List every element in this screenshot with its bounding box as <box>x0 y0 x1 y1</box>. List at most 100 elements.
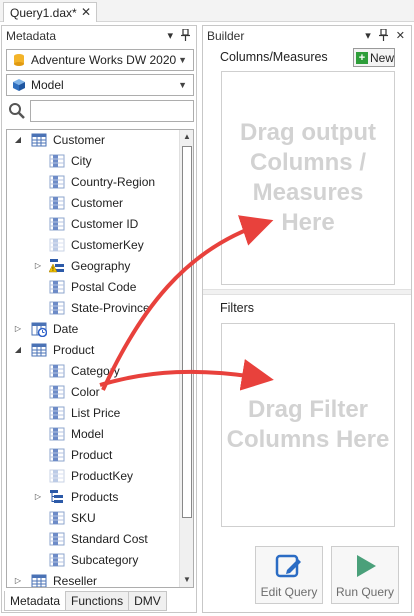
expand-icon[interactable]: ▷ <box>13 576 23 585</box>
collapse-icon[interactable]: ◢ <box>13 345 23 354</box>
perspective-value: Model <box>31 78 64 92</box>
collapse-icon[interactable]: ◢ <box>13 135 23 144</box>
tree-item[interactable]: ◢ Product <box>7 340 179 361</box>
column-icon <box>49 510 65 526</box>
scroll-up-icon[interactable]: ▲ <box>180 130 193 144</box>
tree-item[interactable]: SKU <box>7 508 179 529</box>
tree-item[interactable]: List Price <box>7 403 179 424</box>
filters-drop-zone[interactable]: Drag Filter Columns Here <box>221 323 395 527</box>
tree-scrollbar[interactable]: ▲ ▼ <box>179 130 193 587</box>
pin-icon[interactable] <box>378 28 388 45</box>
tree-item[interactable]: Country-Region <box>7 172 179 193</box>
tree-item-label: Customer ID <box>71 217 139 231</box>
tree-item[interactable]: Customer <box>7 193 179 214</box>
tree-item[interactable]: City <box>7 151 179 172</box>
hidden-column-icon <box>49 237 65 253</box>
metadata-tree-rows: ◢ Customer City Country-Region Customer Custo… <box>7 130 179 588</box>
builder-pane: Builder ▾ ✕ Columns/Measures + New Drag … <box>202 25 412 613</box>
chevron-down-icon: ▼ <box>178 55 187 65</box>
tree-item[interactable]: Category <box>7 361 179 382</box>
column-icon <box>49 195 65 211</box>
tree-item[interactable]: ▷! Geography <box>7 256 179 277</box>
document-tab[interactable]: Query1.dax* ✕ <box>3 2 97 22</box>
tree-item-label: State-Province <box>71 301 150 315</box>
close-icon[interactable]: ✕ <box>396 29 405 45</box>
tree-item-label: Product <box>71 448 113 462</box>
search-input[interactable] <box>30 100 194 122</box>
tree-item-label: Postal Code <box>71 280 137 294</box>
tree-item[interactable]: State-Province <box>7 298 179 319</box>
dropdown-menu-icon[interactable]: ▾ <box>365 29 371 45</box>
tree-item[interactable]: CustomerKey <box>7 235 179 256</box>
model-source-value: Adventure Works DW 2020 <box>31 53 177 67</box>
table-icon <box>31 132 47 148</box>
edit-query-icon <box>275 554 301 578</box>
column-icon <box>49 153 65 169</box>
tree-item[interactable]: Customer ID <box>7 214 179 235</box>
close-icon[interactable]: ✕ <box>81 5 91 19</box>
expand-icon[interactable]: ▷ <box>33 261 43 270</box>
tree-item-label: Geography <box>71 259 131 273</box>
edit-query-label: Edit Query <box>260 585 318 599</box>
tab-functions[interactable]: Functions <box>66 591 130 611</box>
table-icon <box>31 573 47 587</box>
scrollbar-thumb[interactable] <box>182 146 192 518</box>
model-cube-icon <box>13 79 25 91</box>
scroll-down-icon[interactable]: ▼ <box>180 573 193 587</box>
tree-item[interactable]: Subcategory <box>7 550 179 571</box>
tree-item-label: City <box>71 154 92 168</box>
tree-item-label: SKU <box>71 511 96 525</box>
tree-item[interactable]: ProductKey <box>7 466 179 487</box>
expand-icon[interactable]: ▷ <box>13 324 23 333</box>
tree-item[interactable]: Product <box>7 445 179 466</box>
tree-item-label: Color <box>71 385 100 399</box>
column-icon <box>49 300 65 316</box>
tree-item[interactable]: ▷ Reseller <box>7 571 179 588</box>
tree-item-label: Subcategory <box>71 553 139 567</box>
pin-icon[interactable] <box>181 28 190 45</box>
column-icon <box>49 405 65 421</box>
builder-splitter[interactable] <box>203 289 411 295</box>
metadata-bottom-tabs: Metadata Functions DMV <box>4 591 167 611</box>
hierarchy-icon <box>49 489 65 505</box>
document-tab-bar: Query1.dax* ✕ <box>0 0 414 22</box>
metadata-pane-title: Metadata <box>6 29 57 43</box>
columns-drop-zone[interactable]: Drag output Columns / Measures Here <box>221 71 395 285</box>
tree-item-label: Standard Cost <box>71 532 148 546</box>
tree-item[interactable]: Standard Cost <box>7 529 179 550</box>
tree-item-label: CustomerKey <box>71 238 144 252</box>
run-query-label: Run Query <box>335 585 395 599</box>
column-icon <box>49 384 65 400</box>
column-icon <box>49 174 65 190</box>
column-icon <box>49 426 65 442</box>
tree-item[interactable]: Model <box>7 424 179 445</box>
tree-item-label: Reseller <box>53 574 98 588</box>
column-icon <box>49 363 65 379</box>
tree-item-label: Product <box>53 343 95 357</box>
tree-item[interactable]: ◢ Customer <box>7 130 179 151</box>
tree-item[interactable]: Postal Code <box>7 277 179 298</box>
tree-item[interactable]: Color <box>7 382 179 403</box>
column-icon <box>49 279 65 295</box>
chevron-down-icon: ▼ <box>178 80 187 90</box>
tab-metadata[interactable]: Metadata <box>4 591 67 611</box>
table-icon <box>31 342 47 358</box>
tree-item-label: Category <box>71 364 120 378</box>
new-measure-button[interactable]: + New <box>353 48 395 67</box>
tree-item-label: ProductKey <box>71 469 134 483</box>
metadata-pane: Metadata ▾ Adventure Works DW 2020 ▼ Mod… <box>1 25 197 613</box>
dropdown-menu-icon[interactable]: ▾ <box>167 29 173 45</box>
run-query-button[interactable]: Run Query <box>331 546 399 604</box>
perspective-dropdown[interactable]: Model ▼ <box>6 74 194 96</box>
column-icon <box>49 447 65 463</box>
tree-item[interactable]: ▷ Products <box>7 487 179 508</box>
expand-icon[interactable]: ▷ <box>33 492 43 501</box>
edit-query-button[interactable]: Edit Query <box>255 546 323 604</box>
plus-icon: + <box>356 51 368 64</box>
tree-item[interactable]: ▷ Date <box>7 319 179 340</box>
hidden-column-icon <box>49 468 65 484</box>
tab-dmv[interactable]: DMV <box>129 591 167 611</box>
metadata-tree: ◢ Customer City Country-Region Customer Custo… <box>6 129 194 588</box>
model-source-dropdown[interactable]: Adventure Works DW 2020 ▼ <box>6 49 194 71</box>
metadata-search <box>6 100 194 122</box>
